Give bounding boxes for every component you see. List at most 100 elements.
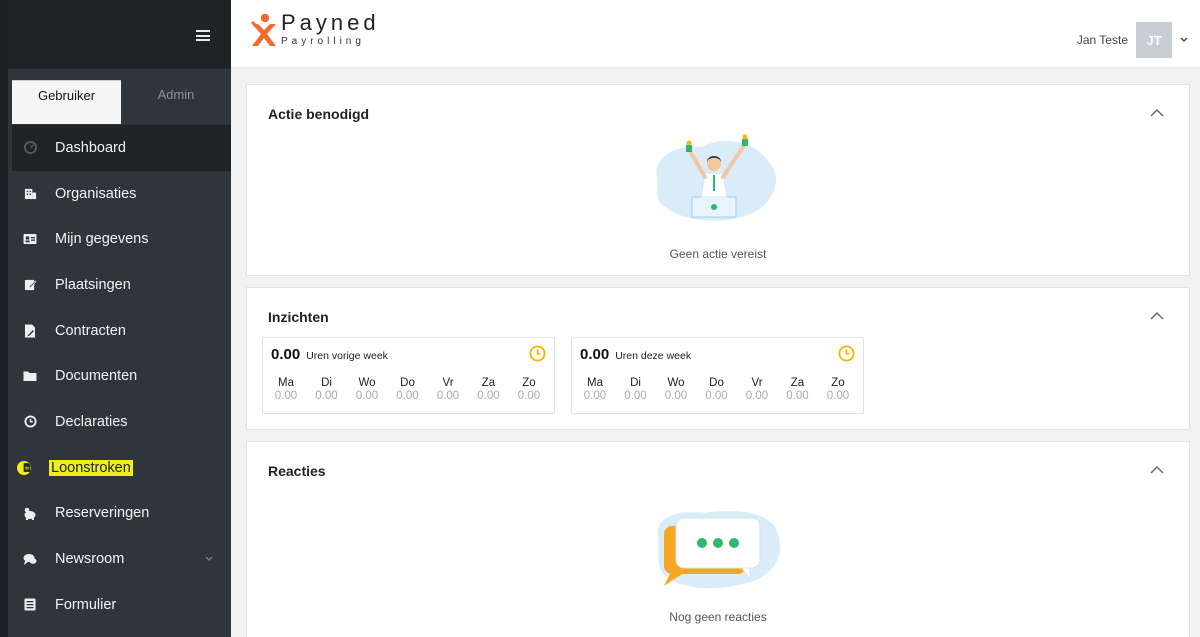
sidebar-item-organisaties[interactable]: Organisaties — [12, 171, 231, 217]
brand-subtitle: Payrolling — [281, 36, 365, 47]
day-name: Wo — [358, 377, 376, 389]
comments-icon — [23, 552, 37, 566]
tab-gebruiker[interactable]: Gebruiker — [12, 80, 121, 124]
sidebar-item-formulier[interactable]: Formulier — [12, 582, 231, 628]
day-name: Do — [709, 377, 724, 389]
chevron-down-icon[interactable] — [205, 554, 213, 565]
day-value: 0.00 — [583, 390, 607, 402]
day-value: 0.00 — [274, 390, 298, 402]
day-value: 0.00 — [826, 390, 850, 402]
card-title: Inzichten — [268, 309, 329, 325]
top-header: Payned Payrolling Jan Teste JT — [231, 0, 1200, 68]
dashboard-icon — [23, 141, 37, 155]
day-value: 0.00 — [517, 390, 541, 402]
sidebar-item-newsroom[interactable]: Newsroom — [12, 536, 231, 582]
day-name: Za — [790, 377, 805, 389]
payned-logo[interactable]: Payned Payrolling — [249, 12, 380, 48]
id-card-icon — [23, 232, 37, 246]
day-value: 0.00 — [705, 390, 728, 402]
card-title: Actie benodigd — [268, 106, 370, 122]
payned-logo-mark-icon — [249, 12, 276, 48]
sidebar-item-declaraties[interactable]: Declaraties — [12, 399, 231, 445]
sidebar-item-label: Plaatsingen — [55, 276, 131, 293]
empty-state-text: Geen actie vereist — [669, 247, 767, 261]
edit-icon — [23, 278, 37, 292]
hours-label: Uren vorige week — [306, 350, 388, 362]
day-name: Zo — [831, 377, 845, 389]
day-name: Wo — [667, 377, 685, 389]
day-value: 0.00 — [624, 390, 647, 402]
sidebar-header — [8, 0, 231, 69]
day-value: 0.00 — [786, 390, 809, 402]
building-icon — [23, 187, 37, 201]
insights-card: Inzichten 0.00 Uren vorige week Ma 0.00 D… — [246, 287, 1190, 430]
clock-icon — [23, 415, 37, 429]
day-value: 0.00 — [477, 390, 500, 402]
file-icon — [17, 460, 31, 475]
clock-icon — [529, 345, 546, 367]
sidebar-item-plaatsingen[interactable]: Plaatsingen — [12, 262, 231, 308]
chevron-up-icon[interactable] — [1150, 308, 1164, 322]
sidebar-item-label: Contracten — [55, 322, 126, 339]
day-name: Zo — [522, 377, 536, 389]
day-name: Za — [481, 377, 496, 389]
day-value: 0.00 — [745, 390, 769, 402]
chevron-up-icon[interactable] — [1150, 462, 1164, 476]
day-value: 0.00 — [664, 390, 688, 402]
sidebar-item-loonstroken[interactable]: Loonstroken — [12, 445, 231, 491]
hours-last-week-card[interactable]: 0.00 Uren vorige week Ma 0.00 Di 0.00 Wo 0.… — [262, 337, 555, 414]
celebrating-person-illustration-icon — [647, 133, 781, 228]
hamburger-menu-icon[interactable] — [196, 30, 210, 41]
sidebar-tabs: Gebruiker Admin — [8, 69, 231, 124]
chevron-up-icon[interactable] — [1150, 105, 1164, 119]
sidebar-menu: Dashboard Organisaties Mijn gegevens Pla… — [12, 125, 231, 628]
day-name: Ma — [587, 377, 603, 389]
hours-total: 0.00 — [271, 346, 301, 363]
brand-title: Payned — [281, 10, 380, 35]
day-name: Ma — [278, 377, 294, 389]
day-name: Vr — [442, 377, 454, 389]
sidebar-item-label: Declaraties — [55, 413, 128, 430]
user-name: Jan Teste — [1076, 33, 1128, 47]
card-title: Reacties — [268, 463, 326, 479]
day-breakdown: Ma 0.00 Di 0.00 Wo 0.00 Do 0.00 Vr 0.00 Za 0.0… — [271, 377, 544, 402]
sidebar-item-label: Organisaties — [55, 185, 137, 202]
sidebar-item-label: Documenten — [55, 368, 138, 385]
day-name: Vr — [751, 377, 763, 389]
piggy-bank-icon — [23, 506, 37, 520]
sidebar-item-dashboard[interactable]: Dashboard — [12, 125, 231, 171]
folder-icon — [23, 369, 37, 383]
day-name: Do — [400, 377, 415, 389]
day-value: 0.00 — [396, 390, 419, 402]
user-menu[interactable]: Jan Teste JT — [1077, 22, 1188, 58]
sidebar-item-label: Mijn gegevens — [55, 231, 149, 248]
chevron-down-icon[interactable] — [1180, 35, 1188, 45]
sidebar-item-mijn-gegevens[interactable]: Mijn gegevens — [12, 216, 231, 262]
day-value: 0.00 — [436, 390, 460, 402]
avatar[interactable]: JT — [1136, 22, 1172, 58]
sidebar-item-documenten[interactable]: Documenten — [12, 353, 231, 399]
sidebar-item-contracten[interactable]: Contracten — [12, 308, 231, 354]
day-breakdown: Ma 0.00 Di 0.00 Wo 0.00 Do 0.00 Vr 0.00 Za 0.0… — [580, 377, 853, 402]
sidebar-item-label: Dashboard — [55, 139, 126, 156]
sidebar-item-label: Formulier — [55, 596, 117, 613]
tab-admin[interactable]: Admin — [121, 80, 231, 124]
empty-state-text: Nog geen reacties — [669, 610, 767, 624]
day-name: Di — [321, 377, 332, 389]
list-icon — [23, 598, 37, 612]
sidebar-item-label: Newsroom — [55, 551, 125, 568]
day-name: Di — [630, 377, 641, 389]
contract-icon — [23, 324, 37, 338]
hours-total: 0.00 — [580, 346, 610, 363]
day-value: 0.00 — [355, 390, 379, 402]
sidebar-item-reserveringen[interactable]: Reserveringen — [12, 491, 231, 537]
hours-label: Uren deze week — [615, 350, 692, 362]
chat-bubble-illustration-icon — [650, 504, 786, 599]
sidebar: Gebruiker Admin Dashboard Organisaties M… — [0, 0, 231, 637]
day-value: 0.00 — [315, 390, 338, 402]
sidebar-item-label: Reserveringen — [55, 505, 150, 522]
hours-this-week-card[interactable]: 0.00 Uren deze week Ma 0.00 Di 0.00 Wo 0.00… — [571, 337, 864, 414]
clock-icon — [838, 345, 855, 367]
action-required-card: Actie benodigd Geen actie vereist — [246, 84, 1190, 276]
reactions-card: Reacties Nog geen reacties — [246, 441, 1190, 637]
